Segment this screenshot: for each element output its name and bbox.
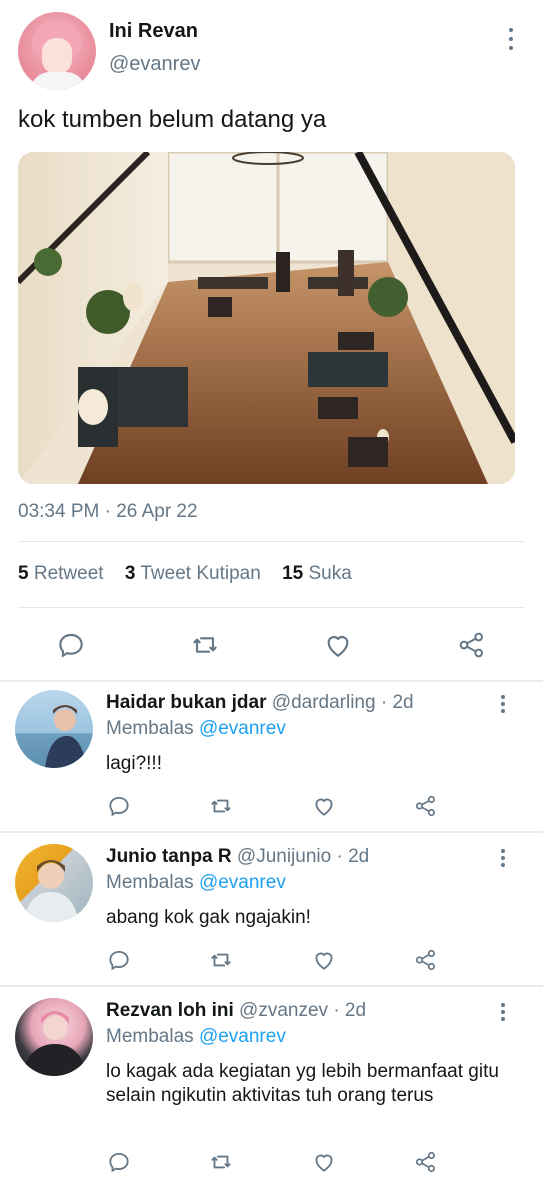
replying-to: Membalas @evanrev bbox=[106, 872, 286, 893]
reply-text: lo kagak ada kegiatan yg lebih bermanfaa… bbox=[106, 1061, 499, 1106]
like-icon[interactable] bbox=[311, 947, 337, 973]
reply-icon[interactable] bbox=[106, 947, 132, 973]
retweet-icon[interactable] bbox=[208, 793, 234, 819]
retweet-stat[interactable]: 5 Retweet bbox=[18, 563, 104, 584]
reply-text: lagi?!!! bbox=[106, 753, 162, 774]
retweet-icon[interactable] bbox=[208, 947, 234, 973]
reply-tweet[interactable]: Rezvan loh ini @zvanzev · 2d Membalas @e… bbox=[0, 998, 543, 1194]
mention-link[interactable]: @evanrev bbox=[199, 872, 286, 893]
share-icon[interactable] bbox=[456, 629, 488, 661]
display-name[interactable]: Ini Revan bbox=[109, 20, 198, 43]
tweet-action-bar bbox=[0, 625, 543, 665]
tweet-timestamp[interactable]: 03:34 PM · 26 Apr 22 bbox=[18, 501, 198, 523]
tweet-text: kok tumben belum datang ya bbox=[18, 106, 327, 133]
divider bbox=[0, 680, 543, 682]
reply-tweet[interactable]: Junio tanpa R @Junijunio · 2d Membalas @… bbox=[0, 844, 543, 984]
more-icon[interactable] bbox=[504, 28, 518, 50]
divider bbox=[0, 985, 543, 987]
like-icon[interactable] bbox=[311, 793, 337, 819]
reply-text: abang kok gak ngajakin! bbox=[106, 907, 311, 928]
reply-tweet[interactable]: Haidar bukan jdar @dardarling · 2d Memba… bbox=[0, 690, 543, 830]
handle[interactable]: @evanrev bbox=[109, 53, 200, 76]
avatar[interactable] bbox=[15, 998, 93, 1076]
tweet-photo[interactable] bbox=[18, 152, 515, 484]
reply-author[interactable]: Haidar bukan jdar @dardarling · 2d bbox=[106, 692, 414, 714]
cafe-photo-illustration bbox=[18, 152, 515, 484]
more-icon[interactable] bbox=[496, 695, 510, 713]
share-icon[interactable] bbox=[413, 793, 439, 819]
avatar[interactable] bbox=[15, 690, 93, 768]
like-icon[interactable] bbox=[322, 629, 354, 661]
like-stat[interactable]: 15 Suka bbox=[282, 563, 352, 584]
retweet-icon[interactable] bbox=[189, 629, 221, 661]
avatar[interactable] bbox=[15, 844, 93, 922]
reply-author[interactable]: Junio tanpa R @Junijunio · 2d bbox=[106, 846, 369, 868]
share-icon[interactable] bbox=[413, 1149, 439, 1175]
tweet-header: Ini Revan @evanrev bbox=[18, 12, 525, 90]
share-icon[interactable] bbox=[413, 947, 439, 973]
divider bbox=[0, 831, 543, 833]
replying-to: Membalas @evanrev bbox=[106, 718, 286, 739]
avatar[interactable] bbox=[18, 12, 96, 90]
reply-icon[interactable] bbox=[55, 629, 87, 661]
reply-icon[interactable] bbox=[106, 1149, 132, 1175]
retweet-icon[interactable] bbox=[208, 1149, 234, 1175]
quote-stat[interactable]: 3 Tweet Kutipan bbox=[125, 563, 261, 584]
reply-author[interactable]: Rezvan loh ini @zvanzev · 2d bbox=[106, 1000, 366, 1022]
more-icon[interactable] bbox=[496, 849, 510, 867]
more-icon[interactable] bbox=[496, 1003, 510, 1021]
mention-link[interactable]: @evanrev bbox=[199, 1026, 286, 1047]
reply-icon[interactable] bbox=[106, 793, 132, 819]
divider bbox=[18, 541, 525, 542]
tweet-stats: 5 Retweet 3 Tweet Kutipan 15 Suka bbox=[18, 563, 368, 585]
replying-to: Membalas @evanrev bbox=[106, 1026, 286, 1047]
divider bbox=[18, 607, 525, 608]
like-icon[interactable] bbox=[311, 1149, 337, 1175]
mention-link[interactable]: @evanrev bbox=[199, 718, 286, 739]
